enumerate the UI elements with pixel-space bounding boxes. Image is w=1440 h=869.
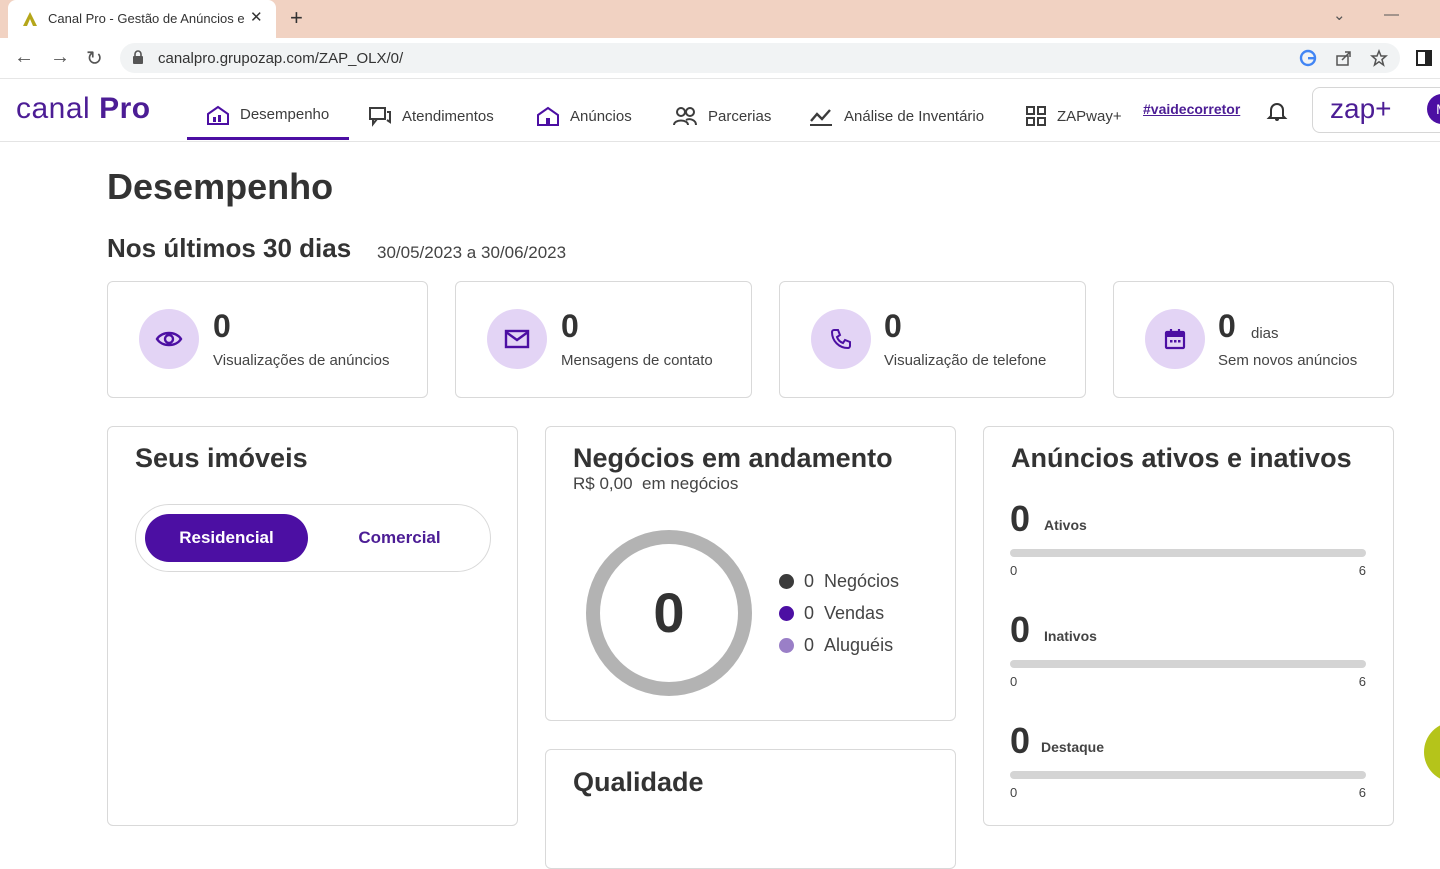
- period-range: 30/05/2023 a 30/06/2023: [377, 243, 567, 262]
- stat-label: Sem novos anúncios: [1218, 352, 1358, 369]
- bookmark-star-icon[interactable]: [1370, 49, 1388, 67]
- reload-icon[interactable]: ↻: [86, 46, 103, 71]
- legend-label: Vendas: [824, 603, 885, 623]
- stat-label: Mensagens de contato: [561, 352, 713, 369]
- residencial-toggle-button[interactable]: Residencial: [145, 514, 308, 562]
- seus-imoveis-card: [107, 426, 518, 826]
- inativos-value: 0: [1010, 609, 1031, 650]
- nav-atendimentos-label: Atendimentos: [402, 107, 494, 125]
- page-title: Desempenho: [107, 166, 334, 207]
- destaque-bar: [1010, 771, 1366, 779]
- logo-canal-text: canal: [16, 92, 100, 125]
- amount-value: R$ 0,00: [573, 474, 633, 493]
- nav-zapway-label: ZAPway+: [1057, 107, 1122, 125]
- stat-label: Visualizações de anúncios: [213, 352, 390, 369]
- anuncios-card: [983, 426, 1394, 826]
- canalpro-favicon-icon: [23, 12, 37, 26]
- nav-anuncios[interactable]: Anúncios: [536, 92, 632, 140]
- legend-dot: [779, 574, 794, 589]
- trend-icon: [810, 109, 832, 126]
- legend-value: 0: [804, 571, 815, 591]
- destaque-min: 0: [1010, 785, 1018, 800]
- destaque-max: 6: [1358, 785, 1366, 800]
- ativos-value: 0: [1010, 498, 1031, 539]
- canalpro-logo[interactable]: canal Pro: [16, 92, 151, 126]
- phone-icon: [811, 309, 871, 369]
- nav-desempenho[interactable]: Desempenho: [187, 92, 349, 140]
- home-chart-icon: [207, 105, 229, 125]
- google-icon[interactable]: [1299, 49, 1317, 67]
- negocios-amount: R$ 0,00 em negócios: [573, 474, 738, 494]
- legend-label: Aluguéis: [824, 635, 894, 655]
- grid-icon: [1026, 106, 1046, 126]
- nav-analise-label: Análise de Inventário: [844, 107, 985, 125]
- zap-plus-logo: zap+: [1330, 93, 1392, 124]
- home-icon: [537, 106, 559, 126]
- minimize-icon[interactable]: —: [1384, 6, 1399, 23]
- ativos-label: Ativos: [1044, 517, 1087, 533]
- inativos-max: 6: [1358, 674, 1366, 689]
- qualidade-title: Qualidade: [573, 767, 704, 797]
- inativos-label: Inativos: [1044, 628, 1097, 644]
- ativos-max: 6: [1358, 563, 1366, 578]
- back-icon[interactable]: ←: [14, 46, 34, 69]
- people-icon: [673, 107, 697, 126]
- side-panel-icon[interactable]: [1415, 49, 1433, 67]
- negocios-total: 0: [653, 581, 685, 644]
- nav-parcerias[interactable]: Parcerias: [672, 92, 771, 140]
- eye-icon: [139, 309, 199, 369]
- lock-icon: [133, 50, 143, 64]
- legend-dot: [779, 638, 794, 653]
- seus-imoveis-title: Seus imóveis: [135, 443, 308, 473]
- stat-value: 0: [561, 308, 579, 344]
- vaidecorretor-link[interactable]: #vaidecorretor: [1143, 101, 1240, 117]
- notification-bell-icon[interactable]: [1266, 100, 1288, 122]
- ativos-bar: [1010, 549, 1366, 557]
- nav-parcerias-label: Parcerias: [708, 107, 772, 125]
- period-label: Nos últimos 30 dias: [107, 233, 352, 263]
- inativos-bar: [1010, 660, 1366, 668]
- nav-anuncios-label: Anúncios: [570, 107, 632, 125]
- legend-dot: [779, 606, 794, 621]
- nav-zapway[interactable]: ZAPway+: [1025, 92, 1122, 140]
- ativos-min: 0: [1010, 563, 1018, 578]
- destaque-value: 0: [1010, 720, 1031, 761]
- legend-label: Negócios: [824, 571, 900, 591]
- nav-desempenho-label: Desempenho: [240, 106, 330, 123]
- inativos-min: 0: [1010, 674, 1018, 689]
- stat-label: Visualização de telefone: [884, 352, 1047, 369]
- legend-vendas: 0 Vendas: [779, 603, 884, 624]
- stat-value: 0: [884, 308, 902, 344]
- tab-close-icon[interactable]: ✕: [250, 8, 263, 26]
- new-tab-icon[interactable]: +: [290, 5, 303, 31]
- url-text[interactable]: canalpro.grupozap.com/ZAP_OLX/0/: [158, 50, 403, 67]
- chat-icon: [369, 107, 391, 127]
- legend-negocios: 0 Negócios: [779, 571, 899, 592]
- help-chat-fab[interactable]: [1424, 722, 1440, 782]
- stat-unit: dias: [1251, 325, 1279, 342]
- destaque-label: Destaque: [1041, 739, 1105, 755]
- calendar-icon: [1145, 309, 1205, 369]
- nav-analise-inventario[interactable]: Análise de Inventário: [808, 92, 984, 140]
- negocios-title: Negócios em andamento: [573, 443, 893, 473]
- stat-value: 0: [213, 308, 231, 344]
- stat-value: 0: [1218, 308, 1236, 344]
- legend-alugueis: 0 Aluguéis: [779, 635, 893, 656]
- forward-icon[interactable]: →: [50, 46, 70, 69]
- nav-atendimentos[interactable]: Atendimentos: [368, 92, 494, 140]
- mail-icon: [487, 309, 547, 369]
- tab-search-icon[interactable]: ⌄: [1333, 6, 1346, 24]
- anuncios-title: Anúncios ativos e inativos: [1011, 443, 1352, 473]
- logo-pro-text: Pro: [99, 92, 151, 125]
- tab-title: Canal Pro - Gestão de Anúncios e: [48, 11, 244, 26]
- amount-suffix: em negócios: [642, 474, 739, 493]
- legend-value: 0: [804, 603, 815, 623]
- legend-value: 0: [804, 635, 815, 655]
- share-icon[interactable]: [1335, 49, 1353, 67]
- comercial-toggle-button[interactable]: Comercial: [318, 514, 481, 562]
